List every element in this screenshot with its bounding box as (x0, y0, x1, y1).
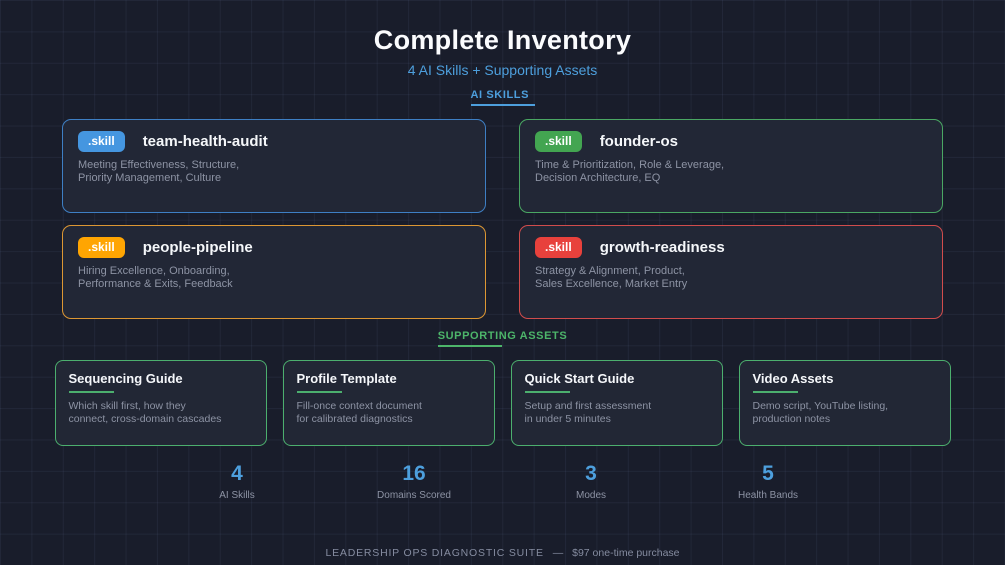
asset-card-profile-template: Profile Template Fill-once context docum… (282, 360, 495, 446)
asset-description: Which skill first, how they connect, cro… (68, 400, 222, 426)
skill-badge: .skill (535, 131, 582, 152)
skill-card-people-pipeline: .skill people-pipeline Hiring Excellence… (62, 225, 486, 319)
asset-card-quick-start-guide: Quick Start Guide Setup and first assess… (510, 360, 723, 446)
assets-section-header: SUPPORTING ASSETS (0, 319, 1005, 347)
asset-title: Quick Start Guide (524, 371, 635, 386)
stat-label: Health Bands (737, 490, 799, 501)
stat-ai-skills: 4 AI Skills (149, 462, 326, 501)
skills-section-underline (470, 104, 535, 106)
stat-value: 5 (762, 462, 774, 485)
stat-value: 3 (585, 462, 597, 485)
stats-row: 4 AI Skills 16 Domains Scored 3 Modes 5 … (149, 462, 857, 501)
assets-section-underline (437, 345, 502, 347)
page-subtitle: 4 AI Skills + Supporting Assets (407, 62, 598, 78)
skills-grid: .skill team-health-audit Meeting Effecti… (62, 119, 943, 319)
skill-badge: .skill (535, 237, 582, 258)
asset-title-underline (296, 391, 342, 393)
skill-description: Meeting Effectiveness, Structure, Priori… (78, 159, 240, 184)
footer-separator: — (552, 547, 564, 559)
stat-health-bands: 5 Health Bands (680, 462, 857, 501)
asset-title: Video Assets (752, 371, 834, 386)
skill-name: people-pipeline (142, 239, 253, 256)
skills-section-label: AI SKILLS (470, 89, 535, 106)
skill-badge: .skill (78, 131, 125, 152)
skill-name: growth-readiness (599, 239, 725, 256)
skill-card-head: .skill growth-readiness (535, 237, 927, 258)
assets-grid: Sequencing Guide Which skill first, how … (54, 360, 951, 446)
stat-label: Domains Scored (377, 490, 451, 501)
skill-description: Strategy & Alignment, Product, Sales Exc… (535, 265, 688, 290)
skill-card-head: .skill people-pipeline (78, 237, 470, 258)
footer-brand: LEADERSHIP OPS DIAGNOSTIC SUITE (325, 547, 544, 559)
skill-name: founder-os (599, 133, 679, 150)
stat-value: 4 (231, 462, 243, 485)
skill-name: team-health-audit (142, 133, 268, 150)
asset-description: Setup and first assessment in under 5 mi… (524, 400, 652, 426)
skills-section-label-text: AI SKILLS (470, 89, 530, 101)
skill-card-head: .skill founder-os (535, 131, 927, 152)
skills-section-header: AI SKILLS (0, 78, 1005, 106)
skill-badge: .skill (78, 237, 125, 258)
asset-title: Sequencing Guide (68, 371, 183, 386)
skill-card-founder-os: .skill founder-os Time & Prioritization,… (519, 119, 943, 213)
asset-title-underline (68, 391, 114, 393)
asset-title: Profile Template (296, 371, 397, 386)
asset-description: Fill-once context document for calibrate… (296, 400, 422, 426)
stat-value: 16 (402, 462, 426, 485)
stat-label: Modes (575, 490, 606, 501)
asset-description: Demo script, YouTube listing, production… (752, 400, 889, 426)
skill-card-head: .skill team-health-audit (78, 131, 470, 152)
complete-inventory-slide: { "header": { "title": "Complete Invento… (0, 0, 1005, 565)
header: Complete Inventory 4 AI Skills + Support… (0, 0, 1005, 78)
page-title: Complete Inventory (373, 25, 632, 55)
asset-title-underline (752, 391, 798, 393)
assets-section-label-text: SUPPORTING ASSETS (437, 330, 568, 342)
asset-card-video-assets: Video Assets Demo script, YouTube listin… (738, 360, 951, 446)
stat-domains-scored: 16 Domains Scored (326, 462, 503, 501)
footer: LEADERSHIP OPS DIAGNOSTIC SUITE — $97 on… (0, 547, 1005, 559)
skill-description: Time & Prioritization, Role & Leverage, … (535, 159, 725, 184)
skill-card-team-health-audit: .skill team-health-audit Meeting Effecti… (62, 119, 486, 213)
stat-label: AI Skills (219, 490, 255, 501)
footer-price: $97 one-time purchase (572, 547, 680, 559)
asset-title-underline (524, 391, 570, 393)
asset-card-sequencing-guide: Sequencing Guide Which skill first, how … (54, 360, 267, 446)
stat-modes: 3 Modes (503, 462, 680, 501)
skill-card-growth-readiness: .skill growth-readiness Strategy & Align… (519, 225, 943, 319)
assets-section-label: SUPPORTING ASSETS (437, 330, 568, 347)
skill-description: Hiring Excellence, Onboarding, Performan… (78, 265, 233, 290)
